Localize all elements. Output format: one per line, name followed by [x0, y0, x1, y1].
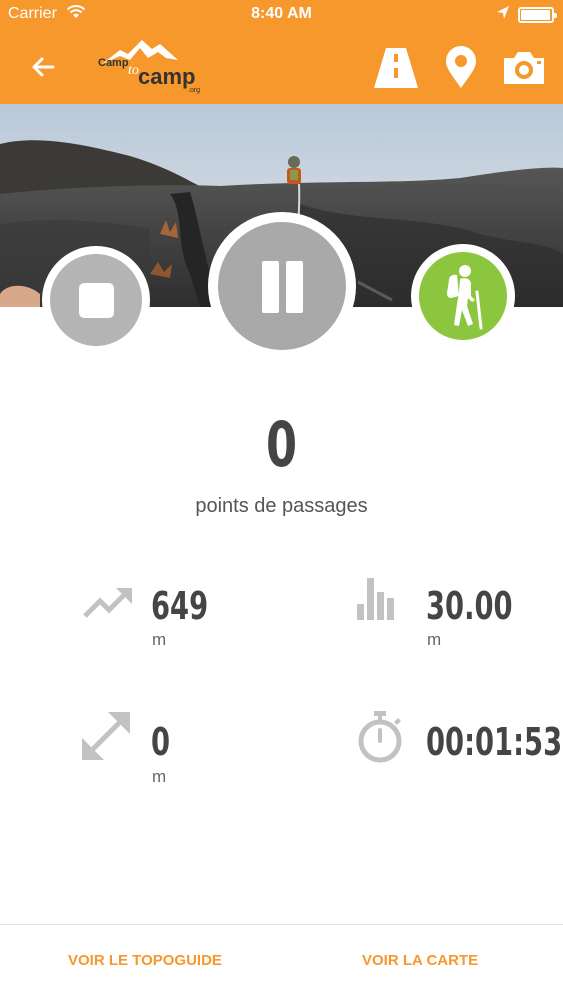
bar-chart-icon — [356, 576, 400, 627]
camptocamp-logo: Camp to camp .org — [96, 34, 212, 96]
distance-unit: m — [152, 767, 167, 786]
waypoints-count: 0 — [265, 408, 298, 481]
duration-value: 00:01:53 — [426, 720, 563, 764]
map-pin-icon[interactable] — [441, 46, 489, 90]
altitude-value: 30.00 — [426, 584, 513, 628]
distance-value: 0 — [151, 720, 171, 764]
diagonal-arrows-icon — [80, 710, 132, 767]
status-bar: Carrier 8:40 AM — [0, 0, 563, 30]
logo-text-top: Camp — [98, 57, 129, 69]
logo-text-bottom: camp — [138, 64, 195, 89]
stopwatch-icon — [356, 710, 404, 769]
status-time: 8:40 AM — [251, 5, 312, 22]
waypoints-label: points de passages — [195, 495, 368, 517]
bottom-divider — [0, 924, 563, 925]
activity-button[interactable] — [411, 244, 515, 348]
altitude-unit: m — [427, 630, 442, 649]
elevation-gain-value: 649 — [151, 584, 209, 628]
arrow-left-icon[interactable] — [28, 52, 58, 82]
pause-icon — [218, 222, 346, 350]
pause-button[interactable] — [208, 212, 356, 360]
elevation-gain-unit: m — [152, 630, 167, 649]
camera-icon[interactable] — [500, 46, 548, 90]
nav-bar: Camp to camp .org — [0, 30, 563, 104]
trending-up-icon — [82, 584, 136, 625]
hiker-icon — [447, 265, 483, 330]
map-link[interactable]: VOIR LA CARTE — [362, 952, 478, 969]
stop-icon — [79, 283, 114, 318]
logo-text-tld: .org — [188, 87, 200, 94]
location-arrow-icon — [496, 5, 510, 26]
road-icon[interactable] — [372, 46, 420, 90]
stop-button[interactable] — [42, 246, 150, 354]
battery-icon — [518, 7, 557, 23]
topoguide-link[interactable]: VOIR LE TOPOGUIDE — [68, 952, 222, 969]
